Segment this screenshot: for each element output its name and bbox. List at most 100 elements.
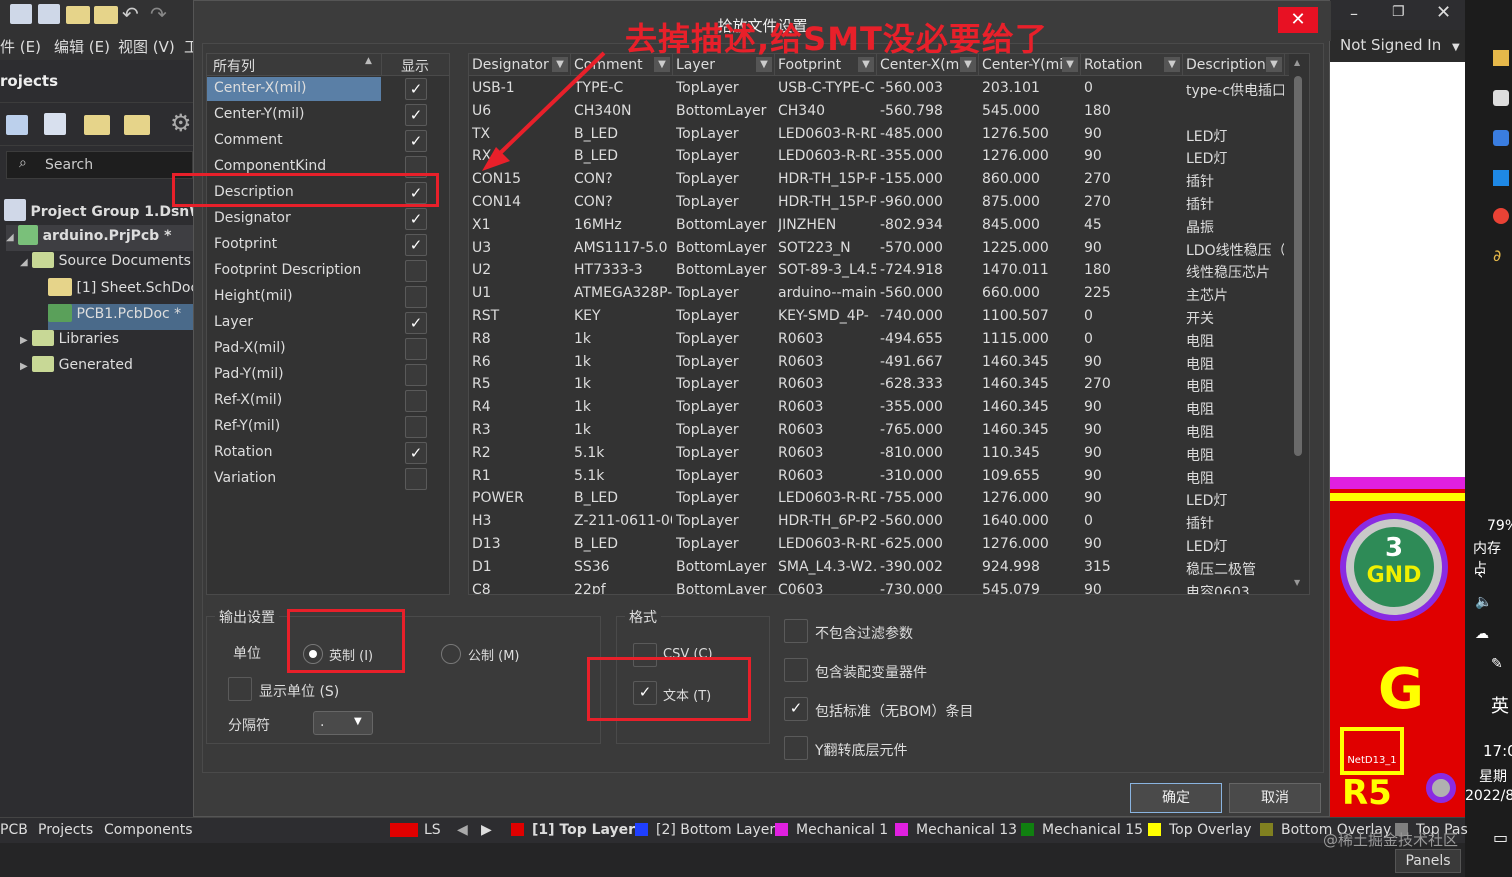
- layer-tab-mech15[interactable]: Mechanical 15: [1021, 822, 1143, 838]
- column-row[interactable]: Center-Y(mil) ✓: [207, 102, 449, 128]
- open-folder-icon[interactable]: [66, 6, 90, 24]
- search-input[interactable]: ⌕ Search: [6, 151, 193, 179]
- column-show-checkbox[interactable]: ✓: [405, 234, 427, 256]
- filter-icon[interactable]: ▼: [1062, 57, 1078, 72]
- table-row[interactable]: U2 HT7333-3 BottomLayer SOT-89-3_L4.5-\-724…: [469, 259, 1289, 282]
- column-show-checkbox[interactable]: [405, 416, 427, 438]
- save-icon[interactable]: [10, 4, 32, 24]
- column-row[interactable]: Footprint Description: [207, 258, 449, 284]
- option-label[interactable]: 不包含过滤参数: [815, 623, 913, 643]
- metric-radio[interactable]: [441, 644, 461, 664]
- option-label[interactable]: Y翻转底层元件: [815, 740, 908, 760]
- option-checkbox[interactable]: [784, 619, 808, 643]
- column-row[interactable]: Designator ✓: [207, 206, 449, 232]
- option-label[interactable]: 包括标准（无BOM）条目: [815, 701, 973, 721]
- panels-button[interactable]: Panels: [1395, 849, 1461, 873]
- app-icon[interactable]: ∂: [1493, 246, 1501, 265]
- volume-icon[interactable]: 🔈: [1475, 594, 1492, 610]
- column-row[interactable]: Pad-Y(mil): [207, 362, 449, 388]
- window-close-icon[interactable]: ✕: [1436, 2, 1451, 23]
- show-units-checkbox[interactable]: [228, 677, 252, 701]
- separator-select[interactable]: . ▼: [313, 711, 373, 735]
- layer-tab-mech13[interactable]: Mechanical 13: [895, 822, 1017, 838]
- table-row[interactable]: D1 SS36 BottomLayer SMA_L4.3-W2.6--390.002 9…: [469, 556, 1289, 579]
- table-row[interactable]: H3 Z-211-0611-002TopLayer HDR-TH_6P-P2.!-5…: [469, 510, 1289, 533]
- folder-settings-icon[interactable]: [124, 115, 150, 135]
- tree-libraries[interactable]: ▶ Libraries: [20, 330, 119, 356]
- column-show-checkbox[interactable]: ✓: [405, 442, 427, 464]
- vertical-scrollbar[interactable]: ▲ ▼: [1289, 54, 1309, 594]
- table-row[interactable]: R6 1k TopLayer R0603 -491.667 1460.345 90 电阻: [469, 351, 1289, 374]
- table-row[interactable]: R2 5.1k TopLayer R0603 -810.000 110.345 90 电阻: [469, 442, 1289, 465]
- metric-label[interactable]: 公制 (M): [468, 645, 520, 664]
- table-row[interactable]: R4 1k TopLayer R0603 -355.000 1460.345 90 电阻: [469, 396, 1289, 419]
- column-show-checkbox[interactable]: [405, 260, 427, 282]
- column-row[interactable]: Ref-X(mil): [207, 388, 449, 414]
- table-row[interactable]: X1 16MHz BottomLayer JINZHEN -802.934 845.000…: [469, 214, 1289, 237]
- option-label[interactable]: 包含装配变量器件: [815, 662, 927, 682]
- column-show-checkbox[interactable]: ✓: [405, 312, 427, 334]
- scroll-down-icon[interactable]: ▼: [1294, 578, 1300, 587]
- table-row[interactable]: RST KEY TopLayer KEY-SMD_4P- -740.000 1100.50…: [469, 305, 1289, 328]
- tab-components[interactable]: Components: [104, 822, 193, 838]
- column-show-checkbox[interactable]: [405, 390, 427, 412]
- chrome-icon[interactable]: [1493, 208, 1509, 224]
- chevron-left-icon[interactable]: ◀: [457, 822, 468, 838]
- tree-generated[interactable]: ▶ Generated: [20, 356, 133, 382]
- column-row[interactable]: Rotation ✓: [207, 440, 449, 466]
- cloud-icon[interactable]: ☁: [1475, 626, 1489, 642]
- option-checkbox[interactable]: [784, 736, 808, 760]
- all-columns-header[interactable]: 所有列: [213, 56, 255, 76]
- column-row[interactable]: Pad-X(mil): [207, 336, 449, 362]
- column-show-checkbox[interactable]: [405, 338, 427, 360]
- filter-icon[interactable]: ▼: [1164, 57, 1180, 72]
- chevron-right-icon[interactable]: ▶: [481, 822, 492, 838]
- table-row[interactable]: POWER B_LED TopLayer LED0603-R-RD -755.000 12…: [469, 487, 1289, 510]
- table-row[interactable]: D13 B_LED TopLayer LED0603-R-RD -625.000 1276…: [469, 533, 1289, 556]
- table-row[interactable]: C8 22pf BottomLayer C0603 -730.000 545.079 90 电…: [469, 579, 1289, 594]
- ok-button[interactable]: 确定: [1130, 783, 1222, 813]
- app-icon[interactable]: [1493, 50, 1509, 66]
- option-checkbox[interactable]: ✓: [784, 697, 808, 721]
- menu-file[interactable]: 件 (E): [0, 36, 41, 57]
- layer-tab-bottom[interactable]: [2] Bottom Layer: [635, 822, 775, 838]
- table-row[interactable]: U3 AMS1117-5.0 BottomLayer SOT223_N -570.000…: [469, 237, 1289, 260]
- layer-set-button[interactable]: LS: [424, 822, 441, 838]
- column-row[interactable]: Height(mil): [207, 284, 449, 310]
- open-project-icon[interactable]: [94, 6, 118, 24]
- column-show-checkbox[interactable]: ✓: [405, 104, 427, 126]
- pcb-canvas[interactable]: 3 GND G NetD13_1 R5: [1328, 477, 1465, 817]
- show-header[interactable]: 显示: [401, 56, 429, 76]
- app-icon[interactable]: [1493, 130, 1509, 146]
- column-row[interactable]: Variation: [207, 466, 449, 492]
- column-show-checkbox[interactable]: ✓: [405, 208, 427, 230]
- save-project-icon[interactable]: [6, 115, 28, 135]
- column-show-checkbox[interactable]: [405, 286, 427, 308]
- tree-sheet-schdoc[interactable]: [1] Sheet.SchDoc: [48, 278, 198, 304]
- layer-tab-top-overlay[interactable]: Top Overlay: [1148, 822, 1252, 838]
- vscode-icon[interactable]: [1493, 170, 1509, 186]
- table-row[interactable]: R1 5.1k TopLayer R0603 -310.000 109.655 90 电阻: [469, 465, 1289, 488]
- column-show-checkbox[interactable]: [405, 468, 427, 490]
- menu-edit[interactable]: 编辑 (E): [54, 36, 110, 57]
- chevron-left-icon[interactable]: ‹: [1477, 564, 1483, 583]
- undo-icon[interactable]: ↶: [122, 2, 139, 26]
- column-row[interactable]: Ref-Y(mil): [207, 414, 449, 440]
- show-units-label[interactable]: 显示单位 (S): [259, 681, 339, 701]
- column-row[interactable]: Footprint ✓: [207, 232, 449, 258]
- table-row[interactable]: R5 1k TopLayer R0603 -628.333 1460.345 270 电阻: [469, 373, 1289, 396]
- grid-column-header[interactable]: Description ▼: [1183, 54, 1285, 76]
- column-show-checkbox[interactable]: ✓: [405, 130, 427, 152]
- minimize-icon[interactable]: –: [1350, 4, 1358, 23]
- typora-icon[interactable]: [1493, 90, 1509, 106]
- close-button[interactable]: ✕: [1278, 7, 1318, 33]
- save-all-icon[interactable]: [38, 4, 60, 24]
- gear-icon[interactable]: ⚙: [170, 109, 192, 137]
- table-row[interactable]: R3 1k TopLayer R0603 -765.000 1460.345 90 电阻: [469, 419, 1289, 442]
- filter-icon[interactable]: ▼: [1266, 57, 1282, 72]
- table-row[interactable]: R8 1k TopLayer R0603 -494.655 1115.000 0 电阻: [469, 328, 1289, 351]
- tree-source-documents[interactable]: ◢ Source Documents: [20, 252, 191, 278]
- column-row[interactable]: Layer ✓: [207, 310, 449, 336]
- restore-icon[interactable]: ❐: [1392, 4, 1405, 20]
- ime-indicator[interactable]: 英: [1491, 692, 1509, 718]
